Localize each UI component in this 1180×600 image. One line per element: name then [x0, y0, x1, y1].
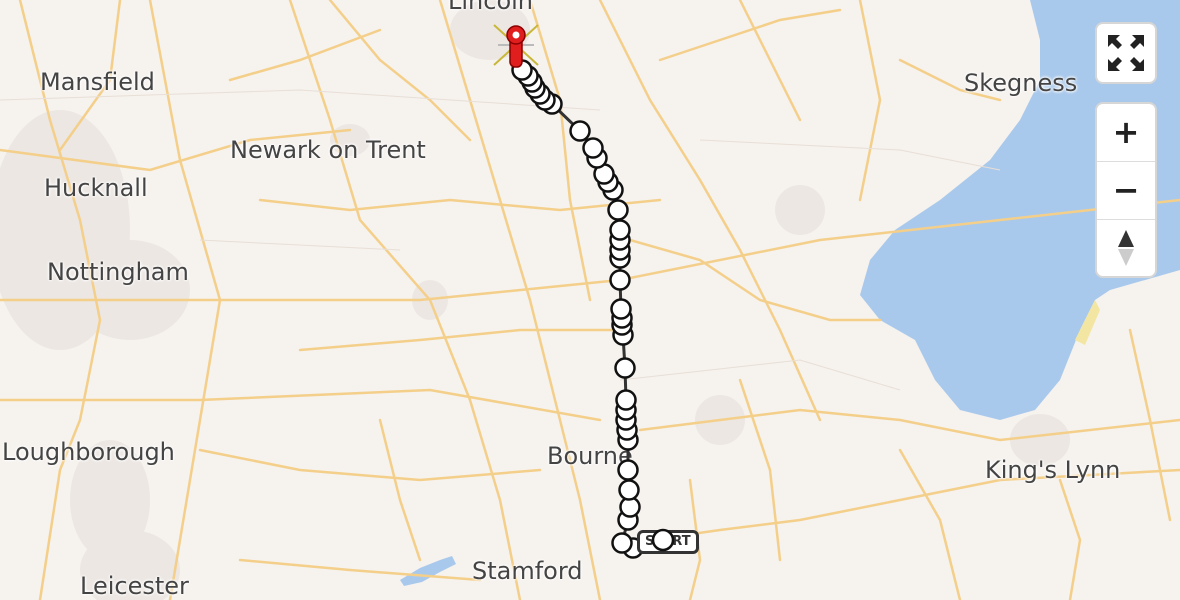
- map-view[interactable]: Lincoln Mansfield Skegness Newark on Tre…: [0, 0, 1180, 600]
- zoom-control: + −: [1095, 102, 1157, 278]
- zoom-in-button[interactable]: +: [1097, 104, 1155, 160]
- fullscreen-button[interactable]: [1097, 24, 1155, 82]
- route-waypoint[interactable]: [609, 269, 631, 291]
- start-label: START: [637, 530, 699, 554]
- route-waypoint[interactable]: [607, 199, 629, 221]
- route-waypoint[interactable]: [618, 479, 640, 501]
- zoom-out-icon: −: [1112, 171, 1140, 209]
- route-waypoint[interactable]: [569, 120, 591, 142]
- zoom-in-icon: +: [1112, 113, 1140, 151]
- destination-marker-icon[interactable]: [493, 24, 539, 68]
- compass-icon: [1118, 230, 1134, 266]
- route-waypoint[interactable]: [582, 137, 604, 159]
- zoom-out-button[interactable]: −: [1097, 162, 1155, 218]
- route-waypoint[interactable]: [609, 219, 631, 241]
- reset-north-button[interactable]: [1097, 220, 1155, 276]
- fullscreen-icon: [1108, 35, 1144, 71]
- route-waypoint[interactable]: [617, 459, 639, 481]
- route-waypoint[interactable]: [615, 389, 637, 411]
- route-waypoint[interactable]: [614, 357, 636, 379]
- fullscreen-control: [1095, 22, 1157, 84]
- route-waypoint[interactable]: [611, 532, 633, 554]
- route-overlay: [493, 24, 664, 559]
- route-waypoint[interactable]: [610, 298, 632, 320]
